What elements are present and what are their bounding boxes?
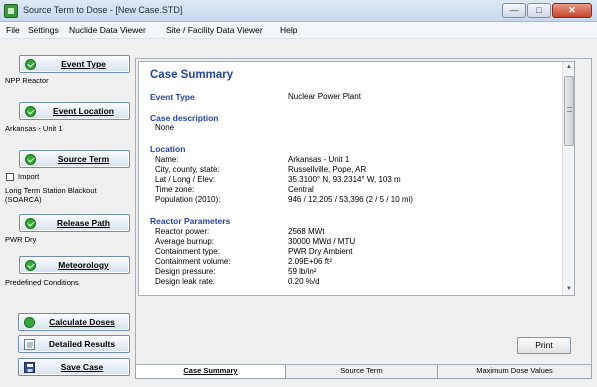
release-path-value: PWR Dry <box>5 235 37 244</box>
location-value: Arkansas - Unit 1 <box>288 155 350 164</box>
reactor-value: 0.20 %/d <box>288 277 320 286</box>
check-icon <box>25 218 36 229</box>
menu-file[interactable]: File <box>6 25 20 35</box>
minimize-button[interactable]: — <box>502 3 526 18</box>
maximize-button[interactable]: □ <box>527 3 551 18</box>
reactor-key: Design pressure: <box>155 267 216 276</box>
save-case-button[interactable]: Save Case <box>18 358 130 376</box>
reactor-key: Reactor power: <box>155 227 210 236</box>
check-icon <box>25 154 36 165</box>
calculate-doses-button[interactable]: Calculate Doses <box>18 313 130 331</box>
title-bar: Source Term to Dose - [New Case.STD] — □… <box>0 0 597 22</box>
reactor-value: 2568 MWt <box>288 227 325 236</box>
case-description-heading: Case description <box>150 113 219 123</box>
event-type-value: NPP Reactor <box>5 76 49 85</box>
scroll-down-arrow-icon[interactable]: ▼ <box>563 284 575 295</box>
case-summary-pane[interactable]: Case Summary Event Type Nuclear Power Pl… <box>138 61 575 296</box>
result-tabs: Case Summary Source Term Maximum Dose Va… <box>135 365 597 379</box>
source-term-value: Long Term Station Blackout (SOARCA) <box>5 186 97 204</box>
event-type-summary-value: Nuclear Power Plant <box>288 92 361 101</box>
reactor-key: Design leak rate: <box>155 277 216 286</box>
location-value: Central <box>288 185 314 194</box>
event-location-button[interactable]: Event Location <box>19 102 130 120</box>
reactor-parameters-heading: Reactor Parameters <box>150 216 231 226</box>
detailed-results-button[interactable]: Detailed Results <box>18 335 130 353</box>
release-path-button[interactable]: Release Path <box>19 214 130 232</box>
reactor-value: 2.09E+06 ft³ <box>288 257 332 266</box>
tab-maximum-dose-values[interactable]: Maximum Dose Values <box>437 365 592 379</box>
import-checkbox[interactable] <box>6 173 14 181</box>
import-label: Import <box>18 172 40 181</box>
check-icon <box>25 59 36 70</box>
location-key: Lat / Long / Elev: <box>155 175 216 184</box>
scroll-up-arrow-icon[interactable]: ▲ <box>563 62 575 73</box>
document-icon <box>24 339 35 350</box>
menu-nuclide-data-viewer[interactable]: Nuclide Data Viewer <box>69 25 146 35</box>
reactor-key: Containment volume: <box>155 257 231 266</box>
location-key: Name: <box>155 155 179 164</box>
floppy-disk-icon <box>24 362 35 373</box>
location-key: Time zone: <box>155 185 195 194</box>
reactor-key: Average burnup: <box>155 237 215 246</box>
location-heading: Location <box>150 144 186 154</box>
event-type-button[interactable]: Event Type <box>19 55 130 73</box>
grip-icon <box>567 107 572 112</box>
location-value: Russellville, Pope, AR <box>288 165 367 174</box>
check-icon <box>25 106 36 117</box>
print-button[interactable]: Print <box>517 337 571 354</box>
app-icon <box>4 4 18 18</box>
vertical-scrollbar[interactable]: ▲ ▼ <box>562 62 574 295</box>
location-key: Population (2010): <box>155 195 221 204</box>
case-description-value: None <box>155 123 175 132</box>
close-button[interactable]: ✕ <box>552 3 592 18</box>
event-location-value: Arkansas - Unit 1 <box>5 124 63 133</box>
reactor-value: 30000 MWd / MTU <box>288 237 356 246</box>
meteorology-button[interactable]: Meteorology <box>19 256 130 274</box>
reactor-value: 59 lb/in² <box>288 267 317 276</box>
window-title: Source Term to Dose - [New Case.STD] <box>23 5 183 15</box>
location-value: 35.3100° N, 93.2314° W, 103 m <box>288 175 401 184</box>
scroll-thumb[interactable] <box>564 76 574 146</box>
reactor-key: Containment type: <box>155 247 220 256</box>
menu-settings[interactable]: Settings <box>28 25 59 35</box>
tab-case-summary[interactable]: Case Summary <box>135 365 286 379</box>
location-value: 946 / 12,205 / 53,396 (2 / 5 / 10 mi) <box>288 195 413 204</box>
tab-source-term[interactable]: Source Term <box>285 365 438 379</box>
case-summary-title: Case Summary <box>150 69 234 81</box>
event-type-heading: Event Type <box>150 92 195 102</box>
location-key: City, county, state: <box>155 165 220 174</box>
menu-bar: File Settings Nuclide Data Viewer Site /… <box>0 22 597 39</box>
menu-site-facility-data-viewer[interactable]: Site / Facility Data Viewer <box>166 25 263 35</box>
case-summary-document: Case Summary Event Type Nuclear Power Pl… <box>150 69 555 286</box>
reactor-value: PWR Dry Ambient <box>288 247 353 256</box>
check-icon <box>25 260 36 271</box>
check-icon <box>24 317 35 328</box>
menu-help[interactable]: Help <box>280 25 297 35</box>
source-term-button[interactable]: Source Term <box>19 150 130 168</box>
meteorology-value: Predefined Conditions <box>5 278 79 287</box>
